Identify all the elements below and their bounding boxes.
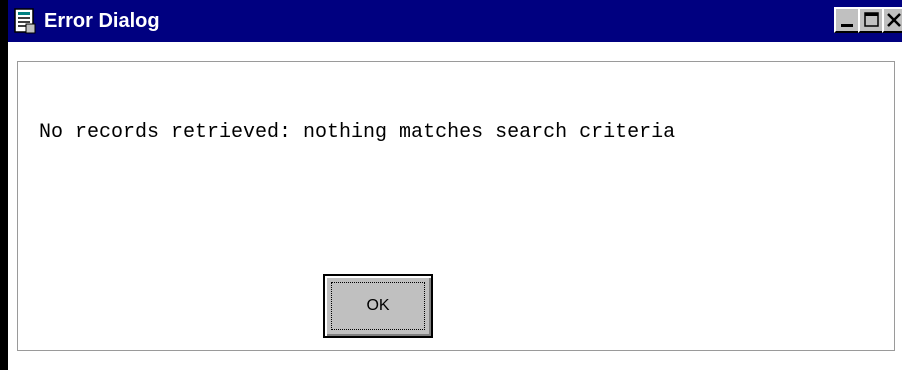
title-bar[interactable]: Error Dialog [8, 0, 902, 42]
error-dialog-window: Error Dialog No records retrieved: nothi… [8, 0, 902, 370]
dialog-content-panel: No records retrieved: nothing matches se… [17, 61, 895, 351]
document-icon[interactable] [12, 8, 38, 34]
window-left-edge [0, 0, 8, 370]
close-button[interactable] [882, 7, 902, 33]
ok-button-label: OK [366, 297, 390, 314]
window-title: Error Dialog [44, 10, 160, 32]
maximize-icon [864, 12, 879, 27]
error-message: No records retrieved: nothing matches se… [39, 121, 676, 144]
minimize-icon [841, 24, 853, 27]
ok-button[interactable]: OK [323, 274, 433, 338]
close-icon [887, 13, 901, 27]
